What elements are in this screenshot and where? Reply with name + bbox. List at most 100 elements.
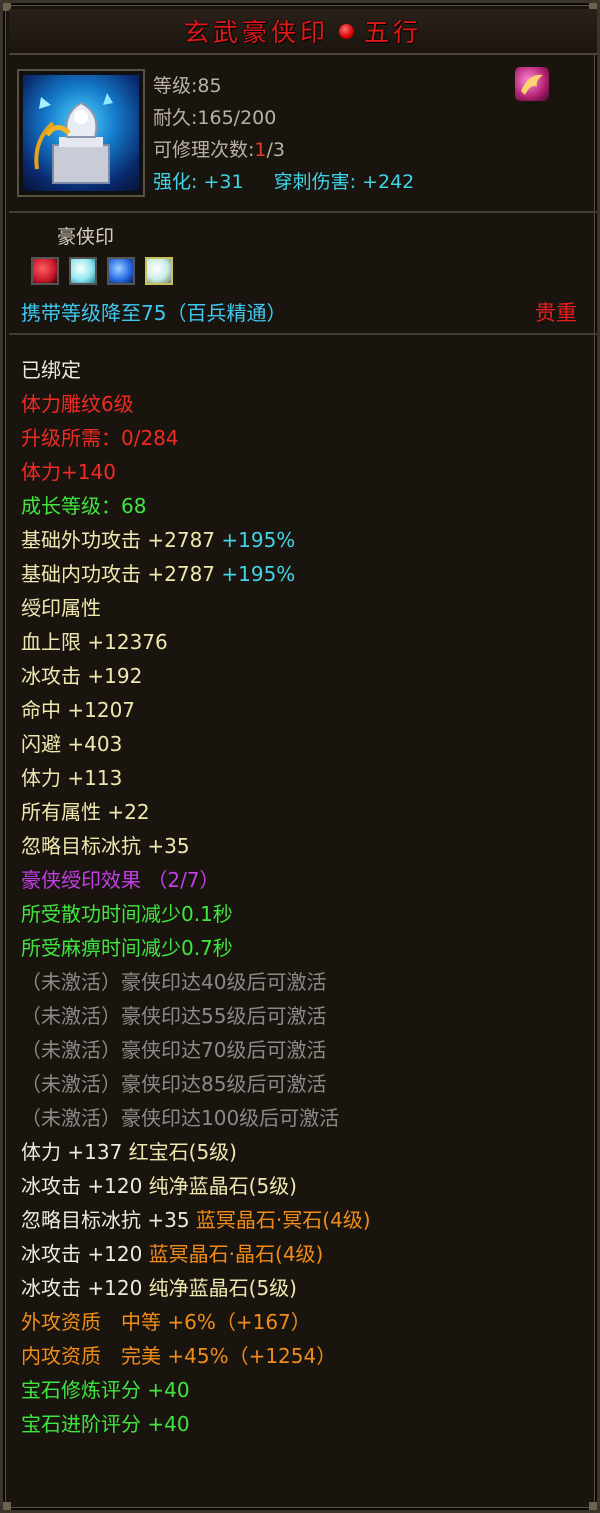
attribute-text: 体力雕纹6级 <box>21 392 134 416</box>
attribute-line: 所受麻痹时间减少0.7秒 <box>21 933 371 967</box>
attribute-text: 成长等级：68 <box>21 494 147 518</box>
five-elements-dot-icon <box>339 23 354 39</box>
attribute-line: （未激活）豪侠印达100级后可激活 <box>21 1103 371 1137</box>
attribute-line: 内攻资质 完美 +45%（+1254） <box>21 1341 371 1375</box>
seal-icon <box>23 75 139 191</box>
repair-total: /3 <box>266 139 286 161</box>
frame-corner <box>589 1502 597 1510</box>
attribute-line: 宝石修炼评分 +40 <box>21 1375 371 1409</box>
enhance-value: +31 <box>203 171 244 193</box>
attribute-extra: 红宝石(5级) <box>128 1140 237 1164</box>
attribute-extra: 纯净蓝晶石(5级) <box>148 1174 297 1198</box>
attribute-text: 命中 +1207 <box>21 698 136 722</box>
white-gem-icon[interactable] <box>145 257 173 285</box>
attribute-line: 成长等级：68 <box>21 491 371 525</box>
repair-line: 可修理次数:1/3 <box>153 135 285 162</box>
attribute-text: 所受散功时间减少0.1秒 <box>21 902 233 926</box>
attribute-text: 闪避 +403 <box>21 732 123 756</box>
attribute-text: 豪侠绶印效果 （2/7） <box>21 868 220 892</box>
attribute-extra: +195% <box>215 562 296 586</box>
attribute-text: 宝石进阶评分 +40 <box>21 1412 190 1436</box>
attribute-text: （未激活）豪侠印达70级后可激活 <box>21 1038 327 1062</box>
attribute-line: 已绑定 <box>21 355 371 389</box>
attribute-text: 冰攻击 +120 <box>21 1276 149 1300</box>
attribute-line: 忽略目标冰抗 +35 蓝冥晶石·冥石(4级) <box>21 1205 371 1239</box>
attribute-line: （未激活）豪侠印达40级后可激活 <box>21 967 371 1001</box>
precious-label: 贵重 <box>535 301 577 325</box>
blue-gem-icon[interactable] <box>107 257 135 285</box>
item-tooltip: 玄武豪侠印 五行 等级:85 耐久:165/200 可修理次数:1/3 强化: … <box>0 0 600 1513</box>
attribute-text: 外攻资质 中等 +6%（+167） <box>21 1310 311 1334</box>
item-icon-frame[interactable] <box>17 69 145 197</box>
attribute-line: （未激活）豪侠印达70级后可激活 <box>21 1035 371 1069</box>
attribute-line: 闪避 +403 <box>21 729 371 763</box>
attribute-text: 所受麻痹时间减少0.7秒 <box>21 936 233 960</box>
attribute-text: 体力+140 <box>21 460 116 484</box>
attribute-text: 冰攻击 +192 <box>21 664 143 688</box>
attribute-line: 所受散功时间减少0.1秒 <box>21 899 371 933</box>
attribute-extra: 纯净蓝晶石(5级) <box>148 1276 297 1300</box>
attribute-text: 血上限 +12376 <box>21 630 168 654</box>
attribute-line: 外攻资质 中等 +6%（+167） <box>21 1307 371 1341</box>
attribute-line: 冰攻击 +192 <box>21 661 371 695</box>
attribute-line: 血上限 +12376 <box>21 627 371 661</box>
attribute-extra: 蓝冥晶石·冥石(4级) <box>195 1208 371 1232</box>
cyan-gem-icon[interactable] <box>69 257 97 285</box>
attribute-line: 命中 +1207 <box>21 695 371 729</box>
level-value: 85 <box>197 75 222 97</box>
attribute-text: （未激活）豪侠印达40级后可激活 <box>21 970 327 994</box>
attribute-line: 体力+140 <box>21 457 371 491</box>
special-badge-icon[interactable] <box>515 67 549 101</box>
level-label: 等级: <box>153 75 198 97</box>
attribute-line: 冰攻击 +120 蓝冥晶石·晶石(4级) <box>21 1239 371 1273</box>
attribute-text: 基础外功攻击 +2787 <box>21 528 216 552</box>
attribute-line: 忽略目标冰抗 +35 <box>21 831 371 865</box>
level-line: 等级:85 <box>153 71 222 98</box>
seal-artwork <box>34 93 113 184</box>
attribute-line: 绶印属性 <box>21 593 371 627</box>
attribute-text: 所有属性 +22 <box>21 800 150 824</box>
attribute-extra: 蓝冥晶石·晶石(4级) <box>148 1242 324 1266</box>
repair-label: 可修理次数: <box>153 139 255 161</box>
attribute-line: 基础内功攻击 +2787 +195% <box>21 559 371 593</box>
attribute-line: 宝石进阶评分 +40 <box>21 1409 371 1443</box>
enhance-label: 强化: <box>153 171 198 193</box>
attribute-text: 升级所需：0/284 <box>21 426 179 450</box>
divider <box>9 211 597 213</box>
attribute-text: 体力 +137 <box>21 1140 129 1164</box>
attribute-line: 冰攻击 +120 纯净蓝晶石(5级) <box>21 1273 371 1307</box>
attribute-line: 升级所需：0/284 <box>21 423 371 457</box>
attribute-text: 冰攻击 +120 <box>21 1242 149 1266</box>
durability-label: 耐久: <box>153 107 198 129</box>
attribute-text: 基础内功攻击 +2787 <box>21 562 216 586</box>
attribute-text: （未激活）豪侠印达100级后可激活 <box>21 1106 340 1130</box>
attribute-line: （未激活）豪侠印达85级后可激活 <box>21 1069 371 1103</box>
attribute-text: （未激活）豪侠印达85级后可激活 <box>21 1072 327 1096</box>
red-gem-icon[interactable] <box>31 257 59 285</box>
attribute-text: 绶印属性 <box>21 596 101 620</box>
attribute-line: 冰攻击 +120 纯净蓝晶石(5级) <box>21 1171 371 1205</box>
attribute-text: 已绑定 <box>21 358 81 382</box>
attribute-line: 体力雕纹6级 <box>21 389 371 423</box>
durability-line: 耐久:165/200 <box>153 103 276 130</box>
durability-value: 165/200 <box>197 107 277 129</box>
attribute-list: 已绑定体力雕纹6级升级所需：0/284 体力+140 成长等级：68 基础外功攻击 +… <box>21 355 371 1443</box>
item-element: 五行 <box>364 18 423 47</box>
attribute-text: 忽略目标冰抗 +35 <box>21 1208 196 1232</box>
attribute-extra: +195% <box>215 528 296 552</box>
badge-glyph <box>521 74 543 95</box>
attribute-line: 体力 +137 红宝石(5级) <box>21 1137 371 1171</box>
attribute-text: 宝石修炼评分 +40 <box>21 1378 190 1402</box>
item-title-bar: 玄武豪侠印 五行 <box>9 9 597 55</box>
attribute-line: 基础外功攻击 +2787 +195% <box>21 525 371 559</box>
item-name: 玄武豪侠印 <box>183 18 329 47</box>
attribute-text: 冰攻击 +120 <box>21 1174 149 1198</box>
pierce-value: +242 <box>362 171 415 193</box>
enhance-line: 强化: +31 穿刺伤害: +242 <box>153 167 414 194</box>
frame-corner <box>3 1502 11 1510</box>
repair-current: 1 <box>254 139 267 161</box>
attribute-line: （未激活）豪侠印达55级后可激活 <box>21 1001 371 1035</box>
attribute-line: 所有属性 +22 <box>21 797 371 831</box>
attribute-text: 内攻资质 完美 +45%（+1254） <box>21 1344 337 1368</box>
carry-level-text: 携带等级降至75（百兵精通） <box>21 301 287 325</box>
